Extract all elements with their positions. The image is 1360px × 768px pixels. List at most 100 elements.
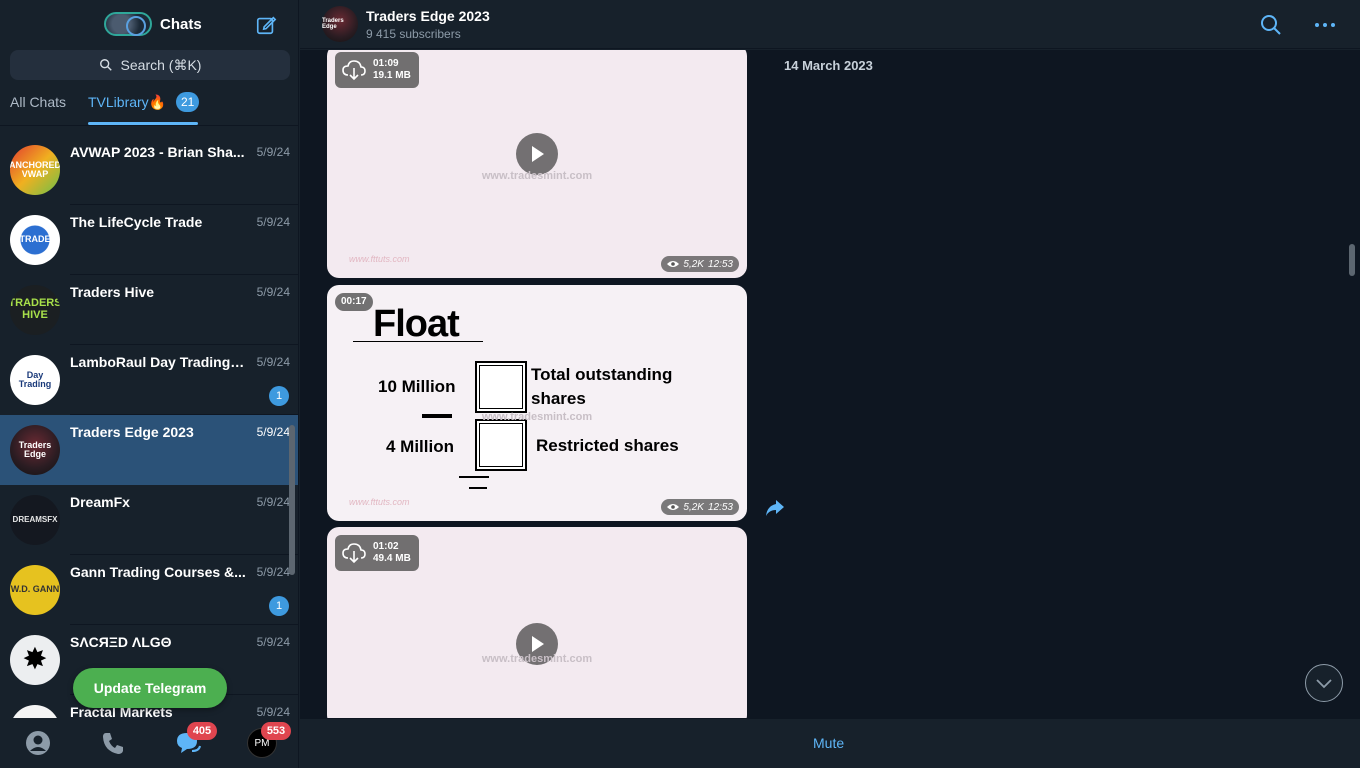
chat-item-traders-hive[interactable]: TRADERS HIVE Traders Hive 5/9/24 bbox=[0, 275, 298, 345]
chat-date: 5/9/24 bbox=[256, 565, 290, 579]
unread-badge: 1 bbox=[269, 386, 289, 406]
video-duration: 01:02 bbox=[373, 541, 399, 552]
sidebar-scrollbar[interactable] bbox=[289, 425, 295, 575]
cloud-download-icon bbox=[342, 543, 366, 564]
channel-avatar[interactable]: Traders Edge bbox=[322, 6, 358, 42]
date-label: 14 March 2023 bbox=[784, 58, 873, 73]
message-meta: 5,2K 12:53 bbox=[661, 499, 739, 515]
video-message[interactable]: 00:17 Float 10 Million Total outstanding… bbox=[327, 285, 747, 521]
avatar-text: TRADE bbox=[19, 234, 51, 245]
watermark-text: www.tradesmint.com bbox=[481, 170, 593, 182]
share-icon[interactable] bbox=[765, 499, 785, 517]
search-icon[interactable] bbox=[1260, 14, 1282, 36]
scroll-to-bottom-button[interactable] bbox=[1305, 664, 1343, 702]
avatar-text: Traders Edge bbox=[18, 439, 52, 459]
play-button[interactable] bbox=[516, 133, 558, 175]
slide-value-restricted: 4 Million bbox=[386, 437, 454, 456]
chat-date: 5/9/24 bbox=[256, 145, 290, 159]
chevron-down-icon bbox=[1316, 679, 1332, 689]
equals-line bbox=[459, 476, 489, 478]
channel-name[interactable]: Traders Edge 2023 bbox=[366, 8, 490, 24]
message-meta: 5,2K 12:53 bbox=[661, 256, 739, 272]
chat-date: 5/9/24 bbox=[256, 355, 290, 369]
certificate-icon bbox=[475, 361, 527, 413]
message-area: 14 March 2023 01:09 19.1 MB www.tradesmin… bbox=[300, 50, 1360, 718]
search-placeholder: Search (⌘K) bbox=[120, 56, 202, 73]
eye-icon bbox=[667, 261, 680, 267]
view-count: 5,2K bbox=[683, 258, 704, 270]
chats-tab[interactable]: 405 bbox=[173, 722, 217, 758]
messages-scrollbar[interactable] bbox=[1349, 244, 1355, 276]
equals-line bbox=[469, 487, 487, 489]
mute-button[interactable]: Mute bbox=[813, 735, 844, 751]
tab-tvlibrary[interactable]: TVLibrary🔥 bbox=[88, 94, 166, 111]
message-time: 12:53 bbox=[707, 258, 733, 270]
message-time: 12:53 bbox=[707, 501, 733, 513]
video-size: 49.4 MB bbox=[373, 553, 411, 564]
video-duration: 01:09 bbox=[373, 58, 399, 69]
channel-header: Traders Edge Traders Edge 2023 9 415 sub… bbox=[300, 0, 1360, 49]
channel-avatar-text: Traders Edge bbox=[322, 18, 344, 30]
chat-date: 5/9/24 bbox=[256, 705, 290, 718]
avatar: ✸ bbox=[10, 635, 60, 685]
chat-date: 5/9/24 bbox=[256, 425, 290, 439]
tab-all-chats[interactable]: All Chats bbox=[10, 94, 66, 110]
sidebar-title: Chats bbox=[160, 16, 202, 33]
video-duration: 00:17 bbox=[335, 293, 373, 311]
video-message[interactable]: 01:09 19.1 MB www.tradesmint.com www.fttu… bbox=[327, 50, 747, 278]
watermark-text-small: www.fttuts.com bbox=[349, 254, 410, 264]
chat-item-dreamfx[interactable]: DREAMSFX DreamFx 5/9/24 bbox=[0, 485, 298, 555]
chat-date: 5/9/24 bbox=[256, 495, 290, 509]
subscriber-count: 9 415 subscribers bbox=[366, 27, 461, 41]
chat-item-gann[interactable]: W.D. GANN Gann Trading Courses &... 5/9/… bbox=[0, 555, 298, 625]
certificate-icon bbox=[475, 419, 527, 471]
video-message[interactable]: 01:02 49.4 MB www.tradesmint.com bbox=[327, 527, 747, 718]
slide-label-restricted: Restricted shares bbox=[536, 436, 679, 455]
avatar: Traders Edge bbox=[10, 425, 60, 475]
chat-name: DreamFx bbox=[70, 494, 130, 510]
contacts-tab[interactable] bbox=[23, 728, 53, 758]
slide-title: Float bbox=[373, 303, 460, 345]
chat-item-traders-edge[interactable]: Traders Edge Traders Edge 2023 5/9/24 bbox=[0, 415, 298, 485]
avatar bbox=[10, 705, 60, 718]
sidebar: Chats Search (⌘K) All Chats TVLibrary🔥 2… bbox=[0, 0, 299, 768]
download-button[interactable]: 01:09 19.1 MB bbox=[335, 52, 419, 88]
chat-name: SΛCЯΞD ΛLGΘ bbox=[70, 634, 172, 650]
search-input[interactable]: Search (⌘K) bbox=[10, 50, 290, 80]
avatar: TRADERS HIVE bbox=[10, 285, 60, 335]
avatar-text: TRADERS HIVE bbox=[10, 297, 60, 321]
avatar: ANCHORED VWAP bbox=[10, 145, 60, 195]
video-size: 19.1 MB bbox=[373, 70, 411, 81]
compose-icon[interactable] bbox=[255, 14, 277, 36]
telegram-app: Chats Search (⌘K) All Chats TVLibrary🔥 2… bbox=[0, 0, 1360, 768]
slide-label-total-a: Total outstanding bbox=[531, 365, 673, 384]
account-tab[interactable]: PM 553 bbox=[247, 722, 291, 758]
avatar: Day Trading bbox=[10, 355, 60, 405]
chat-item-lamboraul[interactable]: Day Trading LamboRaul Day Trading I... 5… bbox=[0, 345, 298, 415]
tab-unread-badge: 21 bbox=[176, 92, 200, 112]
chat-item-avwap[interactable]: ANCHORED VWAP AVWAP 2023 - Brian Sha... … bbox=[0, 135, 298, 205]
avatar: DREAMSFX bbox=[10, 495, 60, 545]
folder-logo-icon[interactable] bbox=[104, 12, 152, 36]
chat-item-lifecycle[interactable]: TRADE The LifeCycle Trade 5/9/24 bbox=[0, 205, 298, 275]
folder-tabs: All Chats TVLibrary🔥 21 bbox=[0, 86, 298, 126]
avatar: W.D. GANN bbox=[10, 565, 60, 615]
cloud-download-icon bbox=[342, 60, 366, 81]
channel-footer: Mute bbox=[300, 718, 1360, 768]
slide-value-total: 10 Million bbox=[378, 377, 456, 396]
chat-date: 5/9/24 bbox=[256, 285, 290, 299]
chat-name: Traders Edge 2023 bbox=[70, 424, 194, 440]
download-button[interactable]: 01:02 49.4 MB bbox=[335, 535, 419, 571]
update-telegram-button[interactable]: Update Telegram bbox=[73, 668, 227, 708]
chat-name: The LifeCycle Trade bbox=[70, 214, 203, 230]
chat-name: Traders Hive bbox=[70, 284, 155, 300]
search-icon bbox=[99, 59, 112, 71]
unread-badge: 1 bbox=[269, 596, 289, 616]
more-options-icon[interactable] bbox=[1312, 14, 1338, 36]
avatar-text: DREAMSFX bbox=[12, 514, 58, 524]
chat-date: 5/9/24 bbox=[256, 215, 290, 229]
calls-tab[interactable] bbox=[98, 728, 128, 758]
avatar-text: Day Trading bbox=[18, 369, 52, 389]
view-count: 5,2K bbox=[683, 501, 704, 513]
profile-icon bbox=[26, 731, 50, 755]
